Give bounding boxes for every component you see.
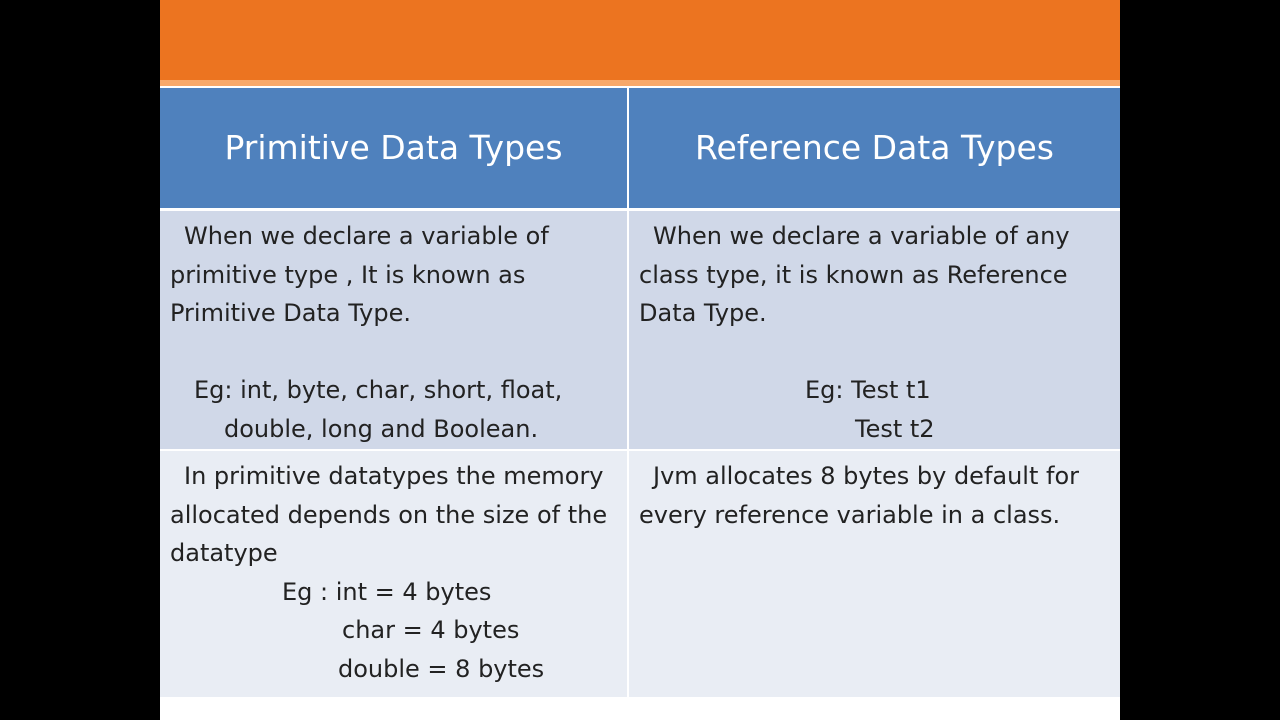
primitive-example-line-2: double, long and Boolean. — [224, 414, 539, 443]
orange-title-bar — [160, 0, 1120, 80]
slide: Primitive Data Types Reference Data Type… — [160, 0, 1120, 720]
cell-primitive-definition: When we declare a variable of primitive … — [160, 209, 629, 451]
cell-reference-memory: Jvm allocates 8 bytes by default for eve… — [628, 450, 1120, 699]
header-primitive: Primitive Data Types — [160, 88, 629, 211]
title-bar-accent-line — [160, 80, 1120, 86]
table-header-row: Primitive Data Types Reference Data Type… — [160, 88, 1120, 211]
primitive-memory-text: In primitive datatypes the memory alloca… — [170, 462, 608, 567]
header-reference: Reference Data Types — [628, 88, 1120, 211]
primitive-memory-example-2: char = 4 bytes — [342, 616, 520, 644]
table-row: When we declare a variable of primitive … — [160, 209, 1120, 451]
cell-reference-definition: When we declare a variable of any class … — [628, 209, 1120, 451]
reference-example-line-1: Eg: Test t1 — [805, 376, 931, 404]
reference-memory-text: Jvm allocates 8 bytes by default for eve… — [639, 462, 1080, 529]
primitive-example-line-1: Eg: int, byte, char, short, float, — [194, 376, 563, 404]
primitive-definition-text: When we declare a variable of primitive … — [170, 222, 549, 327]
primitive-memory-example-1: Eg : int = 4 bytes — [282, 577, 492, 606]
cell-primitive-memory: In primitive datatypes the memory alloca… — [160, 450, 629, 699]
reference-example-line-2: Test t2 — [855, 414, 935, 443]
reference-definition-text: When we declare a variable of any class … — [639, 222, 1070, 327]
comparison-table: Primitive Data Types Reference Data Type… — [160, 88, 1120, 699]
table-row: In primitive datatypes the memory alloca… — [160, 450, 1120, 699]
primitive-memory-example-3: double = 8 bytes — [338, 654, 545, 683]
